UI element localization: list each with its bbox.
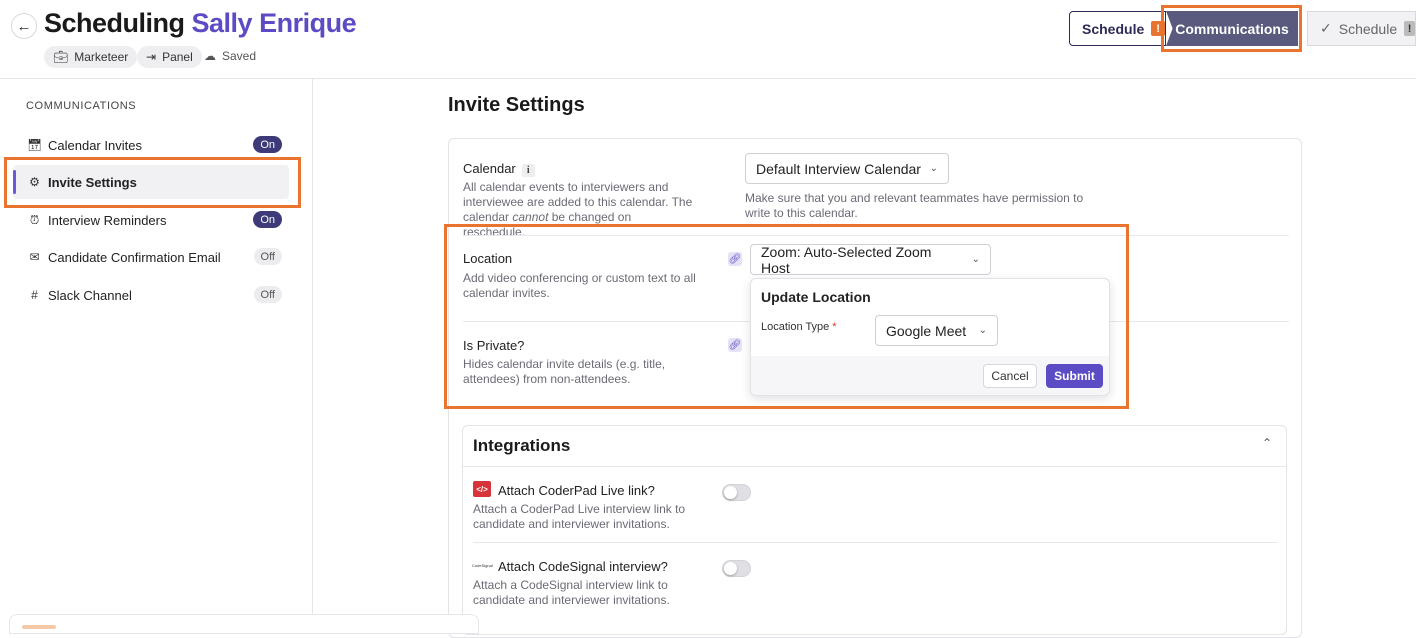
role-chip[interactable]: 💼︎ Marketeer	[44, 46, 138, 68]
divider	[473, 542, 1278, 543]
codesignal-label: Attach CodeSignal interview?	[498, 559, 668, 574]
required-mark: *	[832, 321, 837, 333]
panel-arrow-icon: ⇥	[146, 50, 157, 64]
chevron-down-icon: ⌄	[978, 325, 987, 336]
main-title: Invite Settings	[448, 94, 585, 116]
integrations-section: Integrations ⌃ </> Attach CoderPad Live …	[462, 425, 1287, 635]
calendar-select[interactable]: Default Interview Calendar ⌄	[745, 153, 949, 184]
sidebar-item-label: Calendar Invites	[48, 137, 142, 153]
chevron-up-icon[interactable]: ⌃	[1262, 436, 1272, 450]
tab-communications[interactable]: Communications	[1166, 11, 1298, 46]
status-badge: On	[253, 211, 282, 228]
location-type-label-row: Location Type *	[761, 321, 837, 333]
cancel-button[interactable]: Cancel	[983, 364, 1037, 388]
calendar-icon: 📅︎	[26, 138, 43, 152]
tab-schedule-secondary-label: Schedule	[1338, 20, 1398, 37]
submit-button[interactable]: Submit	[1046, 364, 1103, 388]
tab-schedule-label: Schedule	[1082, 20, 1145, 37]
coderpad-label: Attach CoderPad Live link?	[498, 483, 655, 498]
location-type-label: Location Type	[761, 321, 830, 333]
coderpad-toggle[interactable]	[722, 484, 751, 501]
info-icon[interactable]: i	[521, 164, 535, 177]
integrations-title: Integrations	[473, 436, 571, 455]
tab-schedule-secondary[interactable]: ✓ Schedule !	[1307, 11, 1416, 46]
page-title-prefix: Scheduling	[44, 8, 185, 38]
check-icon: ✓	[1320, 20, 1332, 36]
status-badge: Off	[253, 286, 282, 303]
tab-schedule[interactable]: Schedule !	[1069, 11, 1166, 46]
coderpad-icon: </>	[473, 481, 491, 497]
mail-icon: ✉	[29, 250, 40, 264]
status-badge: On	[253, 136, 282, 153]
panel-chip[interactable]: ⇥ Panel	[137, 46, 202, 68]
codesignal-toggle[interactable]	[722, 560, 751, 577]
sidebar-item-interview-reminders[interactable]: ⏰︎ Interview Reminders On	[13, 203, 289, 237]
status-badge: Off	[253, 248, 282, 265]
cloud-check-icon: ☁	[204, 49, 216, 63]
sidebar-item-slack-channel[interactable]: # Slack Channel Off	[13, 278, 289, 312]
warning-badge-grey: !	[1404, 21, 1415, 36]
update-location-popover: Update Location Location Type * Google Me…	[750, 278, 1110, 396]
calendar-select-value: Default Interview Calendar	[756, 160, 921, 177]
candidate-name: Sally Enrique	[191, 8, 357, 38]
slack-icon: #	[31, 288, 38, 302]
sidebar-item-label: Candidate Confirmation Email	[48, 249, 221, 265]
panel-chip-label: Panel	[162, 50, 193, 64]
bottom-panel	[9, 614, 479, 634]
back-arrow-icon[interactable]: ←	[11, 13, 37, 39]
sidebar-item-label: Slack Channel	[48, 287, 132, 303]
alarm-clock-icon: ⏰︎	[29, 212, 40, 227]
calendar-description-em: cannot	[512, 210, 549, 224]
tab-communications-label: Communications	[1175, 20, 1289, 37]
location-type-select[interactable]: Google Meet ⌄	[875, 315, 998, 346]
role-chip-label: Marketeer	[74, 50, 129, 64]
saved-status: ☁ Saved	[204, 49, 256, 63]
chevron-down-icon: ⌄	[929, 163, 938, 174]
calendar-help: Make sure that you and relevant teammate…	[745, 191, 1084, 220]
calendar-label-row: Calendar i	[463, 161, 535, 177]
codesignal-icon: CodeSignal	[472, 562, 493, 568]
page-title: Scheduling Sally Enrique	[44, 8, 357, 39]
sidebar-item-label: Interview Reminders	[48, 212, 167, 228]
saved-label: Saved	[222, 49, 257, 63]
header: ← Scheduling Sally Enrique 💼︎ Marketeer …	[0, 0, 1416, 79]
coderpad-description: Attach a CoderPad Live interview link to…	[473, 502, 686, 531]
codesignal-description: Attach a CodeSignal interview link to ca…	[473, 578, 670, 607]
popover-title: Update Location	[761, 289, 871, 305]
sidebar-item-candidate-confirmation-email[interactable]: ✉ Candidate Confirmation Email Off	[13, 240, 289, 274]
divider	[463, 466, 1286, 467]
invite-settings-highlight	[4, 157, 301, 208]
sidebar-heading: COMMUNICATIONS	[26, 100, 137, 112]
location-type-select-value: Google Meet	[886, 322, 967, 339]
calendar-label: Calendar	[463, 161, 516, 176]
briefcase-icon: 💼︎	[53, 50, 69, 64]
